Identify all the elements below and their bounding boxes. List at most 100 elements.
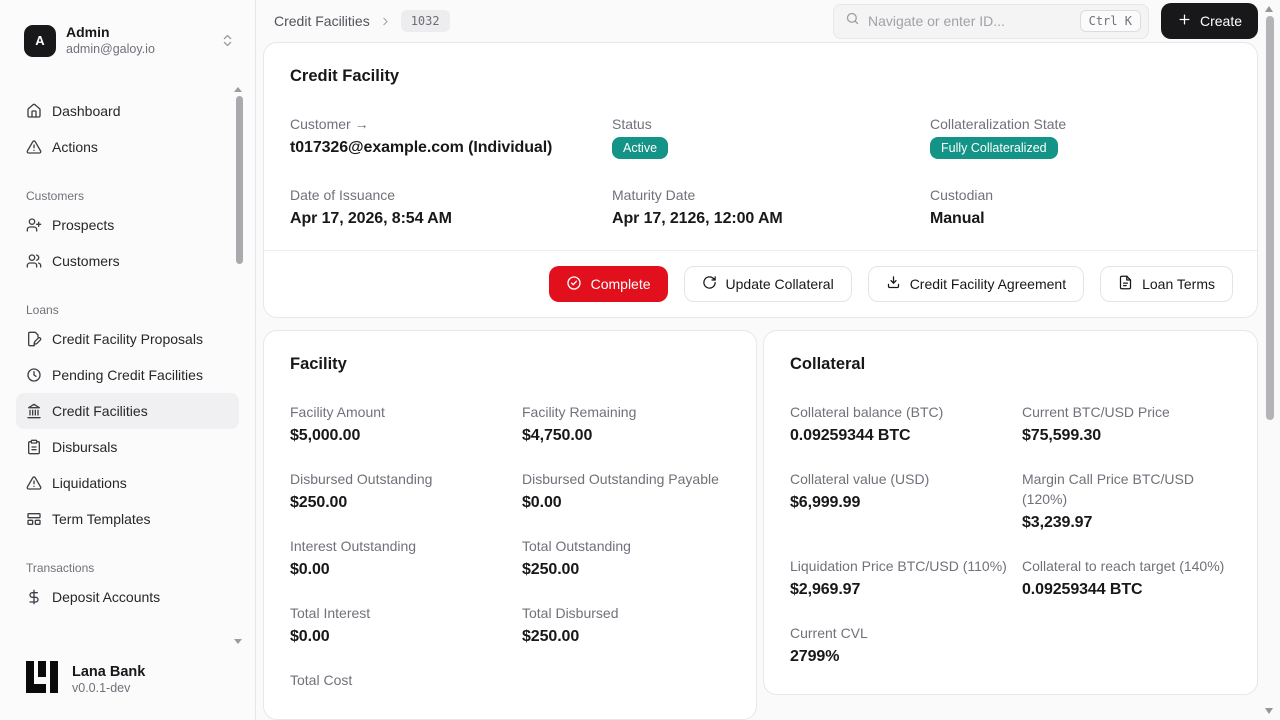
- sidebar-item-credit-facility-proposals[interactable]: Credit Facility Proposals: [16, 321, 239, 357]
- credit-facility-agreement-button[interactable]: Credit Facility Agreement: [868, 266, 1084, 302]
- customer-link[interactable]: t017326@example.com (Individual): [290, 137, 612, 159]
- field-label: Liquidation Price BTC/USD (110%): [790, 556, 1022, 576]
- scroll-down-icon[interactable]: [1265, 708, 1273, 714]
- status-badge: Active: [612, 137, 668, 159]
- sidebar-item-deposit-accounts[interactable]: Deposit Accounts: [16, 579, 239, 615]
- field-label: Maturity Date: [612, 185, 930, 205]
- field-value: $0.00: [290, 559, 522, 581]
- sidebar-item-actions[interactable]: Actions: [16, 129, 239, 165]
- sidebar-item-pending-credit-facilities[interactable]: Pending Credit Facilities: [16, 357, 239, 393]
- field-label: Facility Remaining: [522, 402, 730, 422]
- field-label: Collateral balance (BTC): [790, 402, 1022, 422]
- field-value: 0.09259344 BTC: [790, 425, 1022, 447]
- scroll-down-icon[interactable]: [234, 639, 242, 644]
- loan-terms-button[interactable]: Loan Terms: [1100, 266, 1233, 302]
- search-shortcut: Ctrl K: [1080, 10, 1141, 32]
- dollar-icon: [26, 589, 42, 605]
- facility-field: Total Disbursed $250.00: [522, 603, 730, 648]
- panels-icon: [26, 511, 42, 527]
- sidebar-item-term-templates[interactable]: Term Templates: [16, 501, 239, 537]
- update-collateral-label: Update Collateral: [726, 276, 834, 292]
- field-label: Status: [612, 114, 930, 134]
- search-icon: [845, 11, 860, 31]
- facility-field: Disbursed Outstanding $250.00: [290, 469, 522, 514]
- field-value: $3,239.97: [1022, 512, 1231, 534]
- sidebar-item-label: Customers: [52, 253, 120, 269]
- field-value: $2,969.97: [790, 579, 1022, 601]
- facility-field: Facility Remaining $4,750.00: [522, 402, 730, 447]
- field-label: Collateralization State: [930, 114, 1231, 134]
- field-value: $250.00: [522, 559, 730, 581]
- brand-name: Lana Bank: [72, 663, 145, 681]
- update-collateral-button[interactable]: Update Collateral: [684, 266, 852, 302]
- maturity-field: Maturity Date Apr 17, 2126, 12:00 AM: [612, 185, 930, 230]
- scroll-up-icon[interactable]: [1265, 6, 1273, 12]
- sidebar-section-transactions: Transactions: [26, 561, 239, 575]
- sidebar-scrollbar[interactable]: [236, 96, 243, 264]
- field-value: $250.00: [290, 492, 522, 514]
- scroll-up-icon[interactable]: [234, 87, 242, 92]
- user-menu[interactable]: A Admin admin@galoy.io: [0, 0, 255, 71]
- brand-footer: Lana Bank v0.0.1-dev: [0, 645, 255, 720]
- custodian-field: Custodian Manual: [930, 185, 1231, 230]
- sidebar-item-prospects[interactable]: Prospects: [16, 207, 239, 243]
- complete-button-label: Complete: [591, 276, 651, 292]
- search-input[interactable]: [868, 13, 1072, 29]
- sidebar-item-label: Credit Facility Proposals: [52, 331, 203, 347]
- create-button[interactable]: Create: [1161, 3, 1258, 39]
- field-label: Custodian: [930, 185, 1231, 205]
- lana-bank-logo: [24, 659, 60, 700]
- bank-icon: [26, 403, 42, 419]
- complete-button[interactable]: Complete: [549, 266, 668, 302]
- sidebar-item-dashboard[interactable]: Dashboard: [16, 93, 239, 129]
- field-label: Collateral value (USD): [790, 469, 1022, 489]
- collateral-card: Collateral Collateral balance (BTC) 0.09…: [763, 330, 1258, 695]
- collateral-field: Collateral balance (BTC) 0.09259344 BTC: [790, 402, 1022, 447]
- field-label: Interest Outstanding: [290, 536, 522, 556]
- sidebar-item-label: Disbursals: [52, 439, 117, 455]
- facility-field: Total Outstanding $250.00: [522, 536, 730, 581]
- collateral-field: Current BTC/USD Price $75,599.30: [1022, 402, 1231, 447]
- chevrons-up-down-icon[interactable]: [220, 33, 235, 48]
- customer-field: Customer → t017326@example.com (Individu…: [290, 114, 612, 159]
- loan-terms-label: Loan Terms: [1142, 276, 1215, 292]
- brand-version: v0.0.1-dev: [72, 681, 145, 697]
- breadcrumb: Credit Facilities 1032: [274, 10, 450, 32]
- facility-field: Disbursed Outstanding Payable $0.00: [522, 469, 730, 514]
- sidebar-item-liquidations[interactable]: Liquidations: [16, 465, 239, 501]
- facility-field: Total Cost: [290, 670, 522, 693]
- sidebar-item-label: Dashboard: [52, 103, 121, 119]
- card-title: Facility: [290, 355, 730, 374]
- sidebar-item-credit-facilities[interactable]: Credit Facilities: [16, 393, 239, 429]
- file-pen-icon: [26, 331, 42, 347]
- collateral-field: Current CVL 2799%: [790, 623, 1022, 668]
- sidebar-item-label: Liquidations: [52, 475, 127, 491]
- field-label: Total Cost: [290, 670, 522, 690]
- credit-facility-card: Credit Facility Customer → t017326@examp…: [263, 42, 1258, 318]
- field-label: Customer →: [290, 114, 612, 134]
- facility-field: Facility Amount $5,000.00: [290, 402, 522, 447]
- sidebar-item-label: Term Templates: [52, 511, 151, 527]
- sidebar-section-loans: Loans: [26, 303, 239, 317]
- create-button-label: Create: [1200, 13, 1242, 29]
- breadcrumb-credit-facilities[interactable]: Credit Facilities: [274, 13, 370, 29]
- field-label: Disbursed Outstanding Payable: [522, 469, 730, 489]
- sidebar-item-label: Prospects: [52, 217, 114, 233]
- field-value: Apr 17, 2126, 12:00 AM: [612, 208, 930, 230]
- download-icon: [886, 275, 901, 293]
- collateralization-field: Collateralization State Fully Collateral…: [930, 114, 1231, 159]
- sidebar-nav: Dashboard Actions Customers Prospects Cu…: [0, 71, 255, 645]
- sidebar-item-disbursals[interactable]: Disbursals: [16, 429, 239, 465]
- field-label: Collateral to reach target (140%): [1022, 556, 1231, 576]
- check-circle-icon: [566, 275, 582, 294]
- collateral-field: Margin Call Price BTC/USD (120%) $3,239.…: [1022, 469, 1231, 534]
- field-value: $0.00: [522, 492, 730, 514]
- main-scrollbar[interactable]: [1266, 16, 1274, 420]
- field-label: Date of Issuance: [290, 185, 612, 205]
- global-search[interactable]: Ctrl K: [833, 4, 1149, 39]
- field-label: Total Interest: [290, 603, 522, 623]
- collateral-field: Collateral value (USD) $6,999.99: [790, 469, 1022, 534]
- facility-card: Facility Facility Amount $5,000.00 Facil…: [263, 330, 757, 720]
- sidebar-item-customers[interactable]: Customers: [16, 243, 239, 279]
- field-label: Disbursed Outstanding: [290, 469, 522, 489]
